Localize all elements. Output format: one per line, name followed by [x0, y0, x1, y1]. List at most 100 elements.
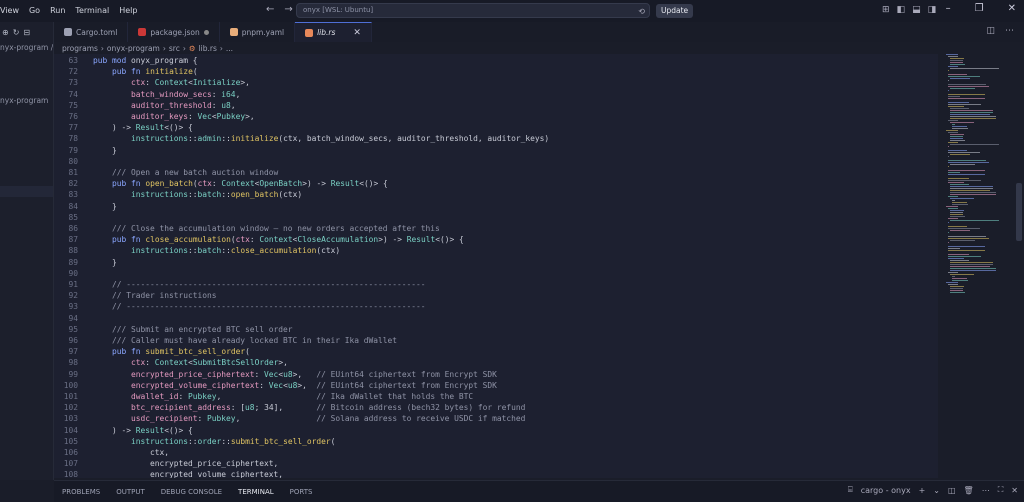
- code-line[interactable]: 103 usdc_recipient: Pubkey, // Solana ad…: [54, 413, 938, 424]
- code-line[interactable]: 93 // ----------------------------------…: [54, 301, 938, 312]
- code-line[interactable]: 100 encrypted_volume_ciphertext: Vec<u8>…: [54, 380, 938, 391]
- code-line[interactable]: 105 instructions::order::submit_btc_sell…: [54, 436, 938, 447]
- code-line[interactable]: 77 ) -> Result<()> {: [54, 122, 938, 133]
- code-line[interactable]: 95 /// Submit an encrypted BTC sell orde…: [54, 324, 938, 335]
- modified-dot-icon: [203, 29, 209, 35]
- menu-item-run[interactable]: Run: [45, 0, 70, 22]
- terminal-dropdown-icon[interactable]: ⌄: [933, 486, 940, 495]
- split-terminal-icon[interactable]: ◫: [948, 486, 956, 495]
- code-line[interactable]: 73 ctx: Context<Initialize>,: [54, 77, 938, 88]
- code-line[interactable]: 101 dwallet_id: Pubkey, // Ika dWallet t…: [54, 391, 938, 402]
- refresh-icon[interactable]: ↻: [13, 28, 20, 37]
- minimap-line: [950, 186, 993, 187]
- code-line[interactable]: 81 /// Open a new batch auction window: [54, 167, 938, 178]
- copilot-icon[interactable]: ⟲: [638, 5, 645, 18]
- new-terminal-icon[interactable]: +: [919, 486, 926, 495]
- code-text: pub fn submit_btc_sell_order(: [112, 347, 250, 357]
- explorer-folder-item[interactable]: nyx-program: [0, 96, 48, 105]
- code-line[interactable]: 99 encrypted_price_ciphertext: Vec<u8>, …: [54, 369, 938, 380]
- more-actions-icon[interactable]: ⋯: [982, 486, 990, 495]
- tab-package-json[interactable]: package.json: [128, 22, 220, 42]
- explorer-path[interactable]: nyx-program / s...: [0, 42, 53, 53]
- code-line[interactable]: 89 }: [54, 257, 938, 268]
- breadcrumb-item[interactable]: src: [169, 44, 180, 53]
- breadcrumb-item[interactable]: programs: [62, 44, 98, 53]
- code-line[interactable]: 76 auditor_keys: Vec<Pubkey>,: [54, 111, 938, 122]
- update-button[interactable]: Update: [656, 4, 694, 18]
- code-line[interactable]: 94: [54, 313, 938, 324]
- toggle-panel-icon[interactable]: ⬓: [912, 5, 921, 15]
- code-line[interactable]: 108 encrypted_volume_ciphertext,: [54, 469, 938, 478]
- minimap-line: [948, 174, 985, 175]
- tab-pnpm-yaml[interactable]: pnpm.yaml: [220, 22, 296, 42]
- customize-layout-icon[interactable]: ⊞: [882, 5, 890, 15]
- code-line[interactable]: 80: [54, 156, 938, 167]
- split-editor-icon[interactable]: ◫: [986, 26, 995, 36]
- code-line[interactable]: 63 pub mod onyx_program {: [54, 55, 938, 66]
- new-file-icon[interactable]: ⊕: [2, 28, 9, 37]
- tab-list: Cargo.toml package.json pnpm.yaml lib.rs ✕: [54, 22, 372, 42]
- tab-cargo-toml[interactable]: Cargo.toml: [54, 22, 129, 42]
- minimap-line: [950, 138, 963, 139]
- code-line[interactable]: 87 pub fn close_accumulation(ctx: Contex…: [54, 234, 938, 245]
- code-line[interactable]: 85: [54, 212, 938, 223]
- toggle-secondary-sidebar-icon[interactable]: ◨: [928, 5, 937, 15]
- code-line[interactable]: 97 pub fn submit_btc_sell_order(: [54, 346, 938, 357]
- code-line[interactable]: 86 /// Close the accumulation window — n…: [54, 223, 938, 234]
- breadcrumb-item[interactable]: ...: [226, 44, 233, 53]
- code-line[interactable]: 74 batch_window_secs: i64,: [54, 89, 938, 100]
- minimize-icon[interactable]: –: [946, 3, 951, 14]
- breadcrumb-item[interactable]: lib.rs: [199, 44, 217, 53]
- code-line[interactable]: 104 ) -> Result<()> {: [54, 425, 938, 436]
- code-editor[interactable]: 63 pub mod onyx_program {72 pub fn initia…: [54, 54, 938, 478]
- editor-scrollbar[interactable]: [1016, 183, 1022, 241]
- explorer-selected-row[interactable]: [0, 186, 53, 197]
- npm-icon: [138, 28, 147, 36]
- line-number: 106: [63, 448, 78, 457]
- code-line[interactable]: 83 instructions::batch::open_batch(ctx): [54, 189, 938, 200]
- panel-tab-debug-console[interactable]: DEBUG CONSOLE: [153, 481, 230, 502]
- tab-lib-rs[interactable]: lib.rs ✕: [295, 22, 372, 42]
- code-line[interactable]: 75 auditor_threshold: u8,: [54, 100, 938, 111]
- code-line[interactable]: 84 }: [54, 201, 938, 212]
- minimap[interactable]: [946, 54, 1008, 294]
- code-line[interactable]: 72 pub fn initialize(: [54, 66, 938, 77]
- close-tab-icon[interactable]: ✕: [353, 28, 361, 38]
- terminal-name[interactable]: cargo - onyx: [861, 486, 911, 495]
- back-arrow-icon[interactable]: ←: [266, 4, 274, 15]
- code-line[interactable]: 91 // ----------------------------------…: [54, 279, 938, 290]
- maximize-panel-icon[interactable]: ⛶: [998, 485, 1004, 495]
- panel-tab-terminal[interactable]: TERMINAL: [230, 481, 282, 502]
- close-panel-icon[interactable]: ✕: [1011, 486, 1018, 495]
- command-center[interactable]: onyx [WSL: Ubuntu] ⟲: [296, 3, 650, 18]
- code-line[interactable]: 88 instructions::batch::close_accumulati…: [54, 245, 938, 256]
- trash-icon[interactable]: 🗑: [964, 486, 974, 495]
- code-text: // Trader instructions: [112, 291, 217, 301]
- forward-arrow-icon[interactable]: →: [284, 4, 292, 15]
- menu-item-view[interactable]: View: [0, 0, 24, 22]
- menu-item-terminal[interactable]: Terminal: [70, 0, 114, 22]
- menu-item-go[interactable]: Go: [24, 0, 45, 22]
- breadcrumb-item[interactable]: onyx-program: [107, 44, 160, 53]
- code-line[interactable]: 90: [54, 268, 938, 279]
- code-line[interactable]: 78 instructions::admin::initialize(ctx, …: [54, 133, 938, 144]
- panel-tab-problems[interactable]: PROBLEMS: [54, 481, 108, 502]
- code-line[interactable]: 96 /// Caller must have already locked B…: [54, 335, 938, 346]
- code-line[interactable]: 79 }: [54, 145, 938, 156]
- menu-item-help[interactable]: Help: [114, 0, 142, 22]
- collapse-icon[interactable]: ⊟: [23, 28, 30, 37]
- window-controls: – ❐ ✕: [946, 3, 1016, 14]
- code-line[interactable]: 98 ctx: Context<SubmitBtcSellOrder>,: [54, 357, 938, 368]
- line-number: 91: [68, 280, 78, 289]
- code-line[interactable]: 106 ctx,: [54, 447, 938, 458]
- panel-tab-output[interactable]: OUTPUT: [108, 481, 153, 502]
- code-line[interactable]: 102 btc_recipient_address: [u8; 34], // …: [54, 402, 938, 413]
- code-line[interactable]: 92 // Trader instructions: [54, 290, 938, 301]
- panel-tab-ports[interactable]: PORTS: [282, 481, 321, 502]
- more-actions-icon[interactable]: ⋯: [1005, 26, 1014, 36]
- restore-icon[interactable]: ❐: [975, 3, 984, 14]
- code-line[interactable]: 107 encrypted_price_ciphertext,: [54, 458, 938, 469]
- toggle-sidebar-icon[interactable]: ◧: [897, 5, 906, 15]
- code-line[interactable]: 82 pub fn open_batch(ctx: Context<OpenBa…: [54, 178, 938, 189]
- close-window-icon[interactable]: ✕: [1008, 3, 1016, 14]
